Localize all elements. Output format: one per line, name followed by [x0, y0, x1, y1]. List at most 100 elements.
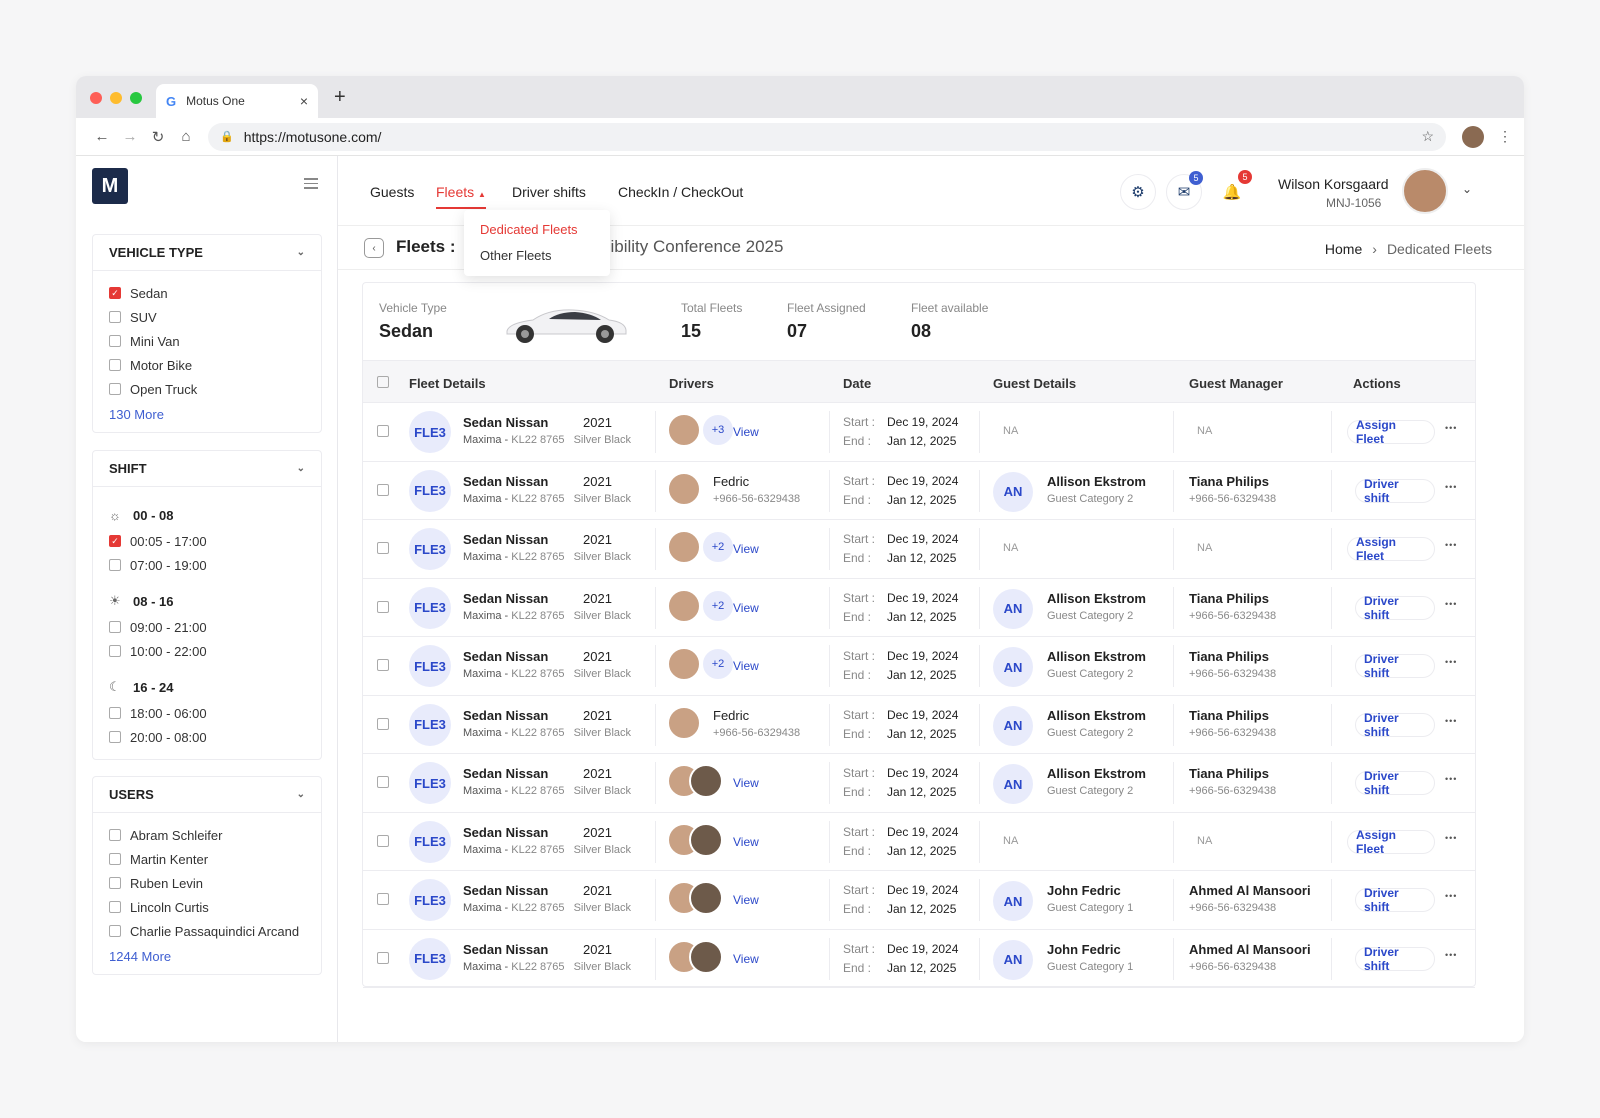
more-actions-icon[interactable]: •••: [1445, 482, 1457, 492]
driver-shift-button[interactable]: Driver shift: [1355, 594, 1435, 622]
filter-option[interactable]: 18:00 - 06:00: [109, 701, 305, 725]
select-all-checkbox[interactable]: [377, 376, 389, 388]
chevron-down-icon[interactable]: ⌄: [297, 463, 305, 474]
filter-option[interactable]: ✓ 00:05 - 17:00: [109, 529, 305, 553]
filter-option[interactable]: 10:00 - 22:00: [109, 639, 305, 663]
row-checkbox[interactable]: [377, 776, 389, 788]
col-drivers[interactable]: Drivers: [669, 376, 714, 391]
checkbox[interactable]: [109, 731, 121, 743]
users-more-link[interactable]: 1244 More: [109, 949, 305, 964]
view-drivers-link[interactable]: View: [733, 776, 759, 790]
col-guest-manager[interactable]: Guest Manager: [1189, 376, 1283, 391]
chevron-down-icon[interactable]: ⌄: [297, 789, 305, 800]
vehicle-type-more-link[interactable]: 130 More: [109, 407, 305, 422]
more-actions-icon[interactable]: •••: [1445, 833, 1457, 843]
dropdown-other-fleets[interactable]: Other Fleets: [480, 248, 594, 274]
chevron-down-icon[interactable]: ⌄: [297, 247, 305, 258]
driver-shift-button[interactable]: Driver shift: [1355, 477, 1435, 505]
col-actions[interactable]: Actions: [1353, 376, 1401, 391]
assign-fleet-button[interactable]: Assign Fleet: [1347, 535, 1435, 563]
checkbox[interactable]: [109, 645, 121, 657]
driver-shift-button[interactable]: Driver shift: [1355, 769, 1435, 797]
checkbox[interactable]: [109, 707, 121, 719]
dropdown-dedicated-fleets[interactable]: Dedicated Fleets: [480, 222, 594, 248]
view-drivers-link[interactable]: View: [733, 659, 759, 673]
browser-tab[interactable]: G Motus One ×: [156, 84, 318, 118]
assign-fleet-button[interactable]: Assign Fleet: [1347, 828, 1435, 856]
checkbox[interactable]: [109, 621, 121, 633]
col-date[interactable]: Date: [843, 376, 871, 391]
forward-icon[interactable]: →: [116, 128, 144, 145]
more-actions-icon[interactable]: •••: [1445, 599, 1457, 609]
hamburger-menu-icon[interactable]: [304, 178, 318, 192]
filter-option[interactable]: Motor Bike: [109, 353, 305, 377]
user-avatar[interactable]: [1402, 168, 1448, 214]
row-checkbox[interactable]: [377, 717, 389, 730]
driver-shift-button[interactable]: Driver shift: [1355, 886, 1435, 914]
filter-option[interactable]: Ruben Levin: [109, 871, 305, 895]
col-guest-details[interactable]: Guest Details: [993, 376, 1076, 391]
filter-option[interactable]: Lincoln Curtis: [109, 895, 305, 919]
nav-checkin-checkout[interactable]: CheckIn / CheckOut: [618, 184, 743, 200]
filter-option[interactable]: 20:00 - 08:00: [109, 725, 305, 749]
maximize-window-dot[interactable]: [130, 92, 142, 104]
row-checkbox[interactable]: [377, 893, 389, 905]
checkbox[interactable]: [109, 359, 121, 371]
row-checkbox[interactable]: [377, 834, 389, 847]
filter-option[interactable]: Abram Schleifer: [109, 823, 305, 847]
home-icon[interactable]: ⌂: [172, 128, 200, 145]
filter-option[interactable]: 09:00 - 21:00: [109, 615, 305, 639]
view-drivers-link[interactable]: View: [733, 952, 759, 966]
browser-menu-icon[interactable]: ⋮: [1498, 128, 1512, 145]
settings-gear-icon[interactable]: ⚙: [1120, 174, 1156, 210]
more-actions-icon[interactable]: •••: [1445, 716, 1457, 726]
app-logo[interactable]: M: [92, 168, 128, 204]
assign-fleet-button[interactable]: Assign Fleet: [1347, 418, 1435, 446]
checkbox[interactable]: [109, 901, 121, 913]
checkbox[interactable]: [109, 559, 121, 571]
row-checkbox[interactable]: [377, 659, 389, 671]
view-drivers-link[interactable]: View: [733, 425, 759, 439]
chat-icon[interactable]: ✉ 5: [1166, 171, 1203, 210]
row-checkbox[interactable]: [377, 542, 389, 554]
more-actions-icon[interactable]: •••: [1445, 423, 1457, 433]
filter-option[interactable]: 07:00 - 19:00: [109, 553, 305, 577]
shift-header[interactable]: SHIFT ⌄: [93, 451, 321, 487]
close-window-dot[interactable]: [90, 92, 102, 104]
breadcrumb-home[interactable]: Home: [1325, 241, 1362, 257]
minimize-window-dot[interactable]: [110, 92, 122, 104]
filter-option[interactable]: Martin Kenter: [109, 847, 305, 871]
back-button[interactable]: ‹: [364, 238, 384, 258]
profile-avatar[interactable]: [1462, 125, 1484, 148]
checkbox[interactable]: [109, 829, 121, 841]
more-actions-icon[interactable]: •••: [1445, 540, 1457, 550]
reload-icon[interactable]: ↻: [144, 128, 172, 146]
users-header[interactable]: USERS ⌄: [93, 777, 321, 813]
back-icon[interactable]: ←: [88, 128, 116, 145]
more-actions-icon[interactable]: •••: [1445, 950, 1457, 960]
view-drivers-link[interactable]: View: [733, 601, 759, 615]
bookmark-star-icon[interactable]: ☆: [1421, 128, 1434, 145]
view-drivers-link[interactable]: View: [733, 542, 759, 556]
checkbox[interactable]: ✓: [109, 287, 121, 299]
checkbox[interactable]: [109, 311, 121, 323]
driver-shift-button[interactable]: Driver shift: [1355, 945, 1435, 973]
nav-driver-shifts[interactable]: Driver shifts: [512, 184, 586, 200]
filter-option[interactable]: SUV: [109, 305, 305, 329]
view-drivers-link[interactable]: View: [733, 893, 759, 907]
checkbox[interactable]: ✓: [109, 535, 121, 547]
chevron-down-icon[interactable]: ⌄: [1462, 182, 1472, 196]
url-field[interactable]: 🔒 https://motusone.com/ ☆: [208, 122, 1446, 151]
driver-shift-button[interactable]: Driver shift: [1355, 652, 1435, 680]
more-actions-icon[interactable]: •••: [1445, 774, 1457, 784]
filter-option[interactable]: Mini Van: [109, 329, 305, 353]
nav-fleets[interactable]: Fleets ▲: [436, 184, 486, 209]
filter-option[interactable]: ✓ Sedan: [109, 281, 305, 305]
row-checkbox[interactable]: [377, 483, 389, 496]
checkbox[interactable]: [109, 925, 121, 937]
more-actions-icon[interactable]: •••: [1445, 657, 1457, 667]
close-tab-icon[interactable]: ×: [300, 93, 308, 109]
filter-option[interactable]: Open Truck: [109, 377, 305, 401]
view-drivers-link[interactable]: View: [733, 835, 759, 849]
col-fleet-details[interactable]: Fleet Details: [409, 376, 486, 391]
